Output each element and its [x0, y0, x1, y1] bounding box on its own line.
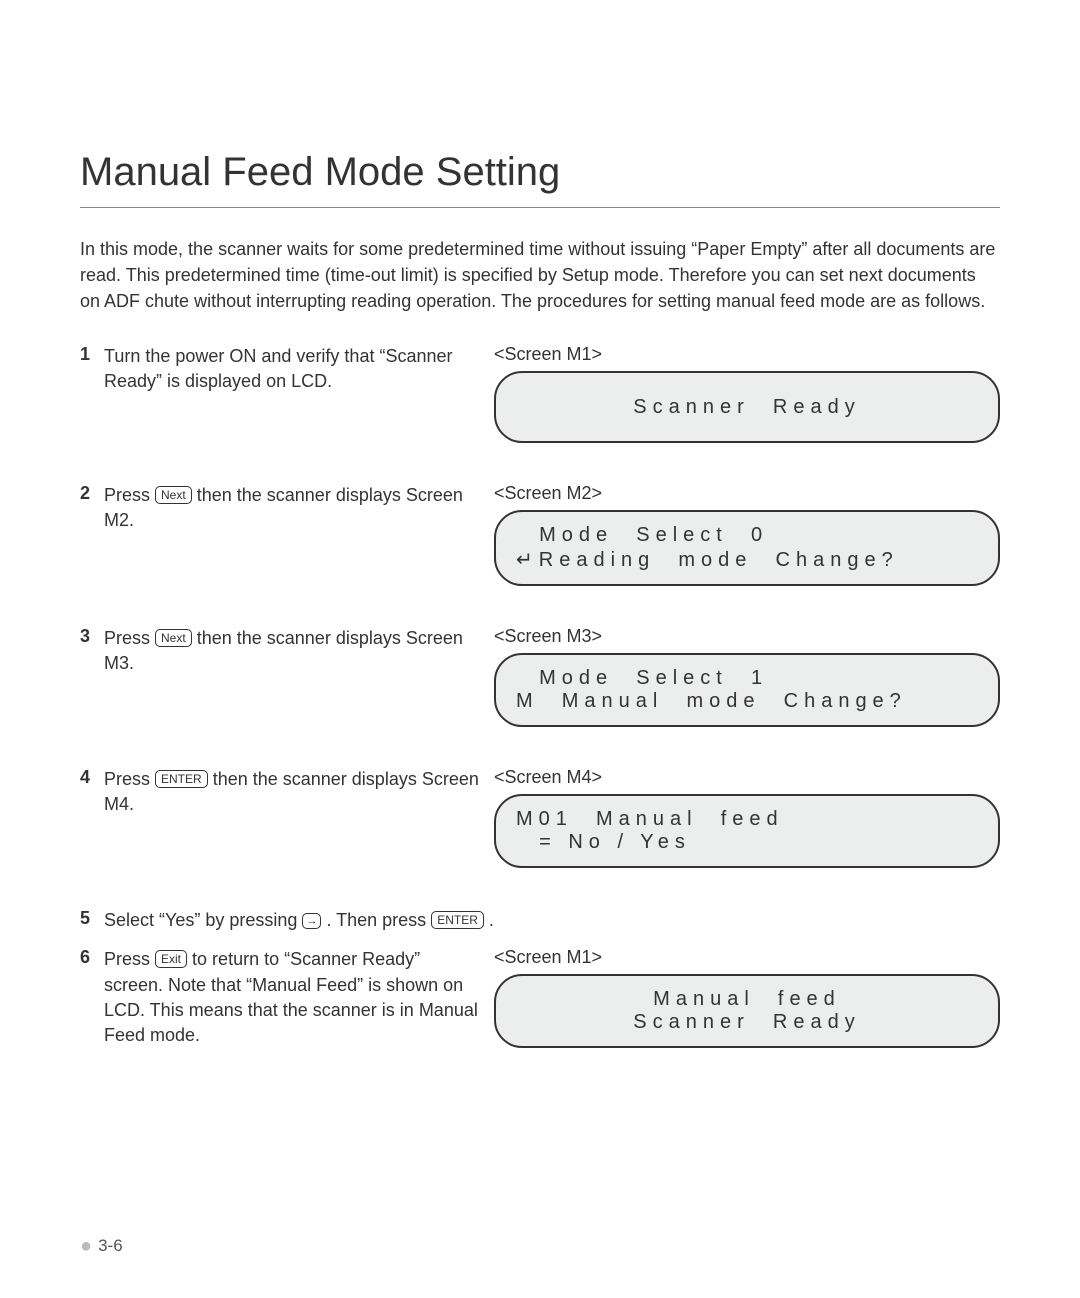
step-screen-col: <Screen M4> M01 Manual feed = No / Yes: [484, 767, 1000, 868]
page-number: 3-6: [98, 1236, 123, 1255]
lcd-screen: Scanner Ready: [494, 371, 1000, 443]
step-row: 2 Press Next then the scanner displays S…: [80, 483, 1000, 586]
step-text-mid: . Then press: [326, 910, 431, 930]
lcd-line2: Scanner Ready: [516, 396, 978, 419]
lcd-screen: Manual feed Scanner Ready: [494, 974, 1000, 1048]
footer-bullet-icon: ●: [80, 1235, 92, 1257]
step-screen-col: <Screen M1> Manual feed Scanner Ready: [484, 947, 1000, 1048]
lcd-screen: Mode Select 0 ↵Reading mode Change?: [494, 510, 1000, 586]
page-title: Manual Feed Mode Setting: [80, 150, 1000, 195]
screen-label: <Screen M3>: [494, 626, 1000, 647]
step-text-pre: Press: [104, 485, 155, 505]
lcd-line1: Manual feed: [516, 988, 978, 1011]
lcd-line2: M Manual mode Change?: [516, 690, 978, 713]
step-text-pre: Press: [104, 628, 155, 648]
right-arrow-button[interactable]: →: [302, 913, 321, 929]
step-text-pre: Press: [104, 949, 155, 969]
step-number: 5: [80, 908, 104, 929]
step-text-content: Turn the power ON and verify that “Scann…: [104, 346, 453, 391]
step-number: 2: [80, 483, 104, 504]
screen-label: <Screen M1>: [494, 947, 1000, 968]
step-number: 3: [80, 626, 104, 647]
intro-paragraph: In this mode, the scanner waits for some…: [80, 236, 1000, 314]
enter-button[interactable]: ENTER: [155, 770, 208, 787]
step-number: 4: [80, 767, 104, 788]
screen-label: <Screen M4>: [494, 767, 1000, 788]
title-rule: [80, 207, 1000, 208]
lcd-line2: ↵Reading mode Change?: [516, 547, 978, 572]
enter-button[interactable]: ENTER: [431, 911, 484, 928]
next-button[interactable]: Next: [155, 486, 192, 503]
step-row: 6 Press Exit to return to “Scanner Ready…: [80, 947, 1000, 1048]
step-text-pre: Select “Yes” by pressing: [104, 910, 302, 930]
lcd-line1: Mode Select 1: [516, 667, 978, 690]
step-number: 6: [80, 947, 104, 968]
step-text: Press Exit to return to “Scanner Ready” …: [104, 947, 484, 1048]
step-row: 1 Turn the power ON and verify that “Sca…: [80, 344, 1000, 443]
step-screen-col: <Screen M1> Scanner Ready: [484, 344, 1000, 443]
screen-label: <Screen M1>: [494, 344, 1000, 365]
step-screen-col: <Screen M3> Mode Select 1 M Manual mode …: [484, 626, 1000, 727]
step-text: Press Next then the scanner displays Scr…: [104, 483, 484, 533]
step-text: Press Next then the scanner displays Scr…: [104, 626, 484, 676]
lcd-line2: Scanner Ready: [516, 1011, 978, 1034]
exit-button[interactable]: Exit: [155, 950, 187, 967]
step-text-pre: Press: [104, 769, 155, 789]
step-row: 5 Select “Yes” by pressing → . Then pres…: [80, 908, 1000, 933]
step-text: Turn the power ON and verify that “Scann…: [104, 344, 484, 394]
page-footer: ● 3-6: [80, 1235, 123, 1258]
step-text: Select “Yes” by pressing → . Then press …: [104, 908, 1000, 933]
step-row: 3 Press Next then the scanner displays S…: [80, 626, 1000, 727]
lcd-screen: M01 Manual feed = No / Yes: [494, 794, 1000, 868]
lcd-line1: M01 Manual feed: [516, 808, 978, 831]
manual-page: Manual Feed Mode Setting In this mode, t…: [0, 0, 1080, 1298]
step-row: 4 Press ENTER then the scanner displays …: [80, 767, 1000, 868]
screen-label: <Screen M2>: [494, 483, 1000, 504]
step-text: Press ENTER then the scanner displays Sc…: [104, 767, 484, 817]
lcd-line1: Mode Select 0: [516, 524, 978, 547]
lcd-line2: = No / Yes: [516, 831, 978, 854]
step-text-post: .: [489, 910, 494, 930]
next-button[interactable]: Next: [155, 629, 192, 646]
step-number: 1: [80, 344, 104, 365]
step-screen-col: <Screen M2> Mode Select 0 ↵Reading mode …: [484, 483, 1000, 586]
lcd-screen: Mode Select 1 M Manual mode Change?: [494, 653, 1000, 727]
